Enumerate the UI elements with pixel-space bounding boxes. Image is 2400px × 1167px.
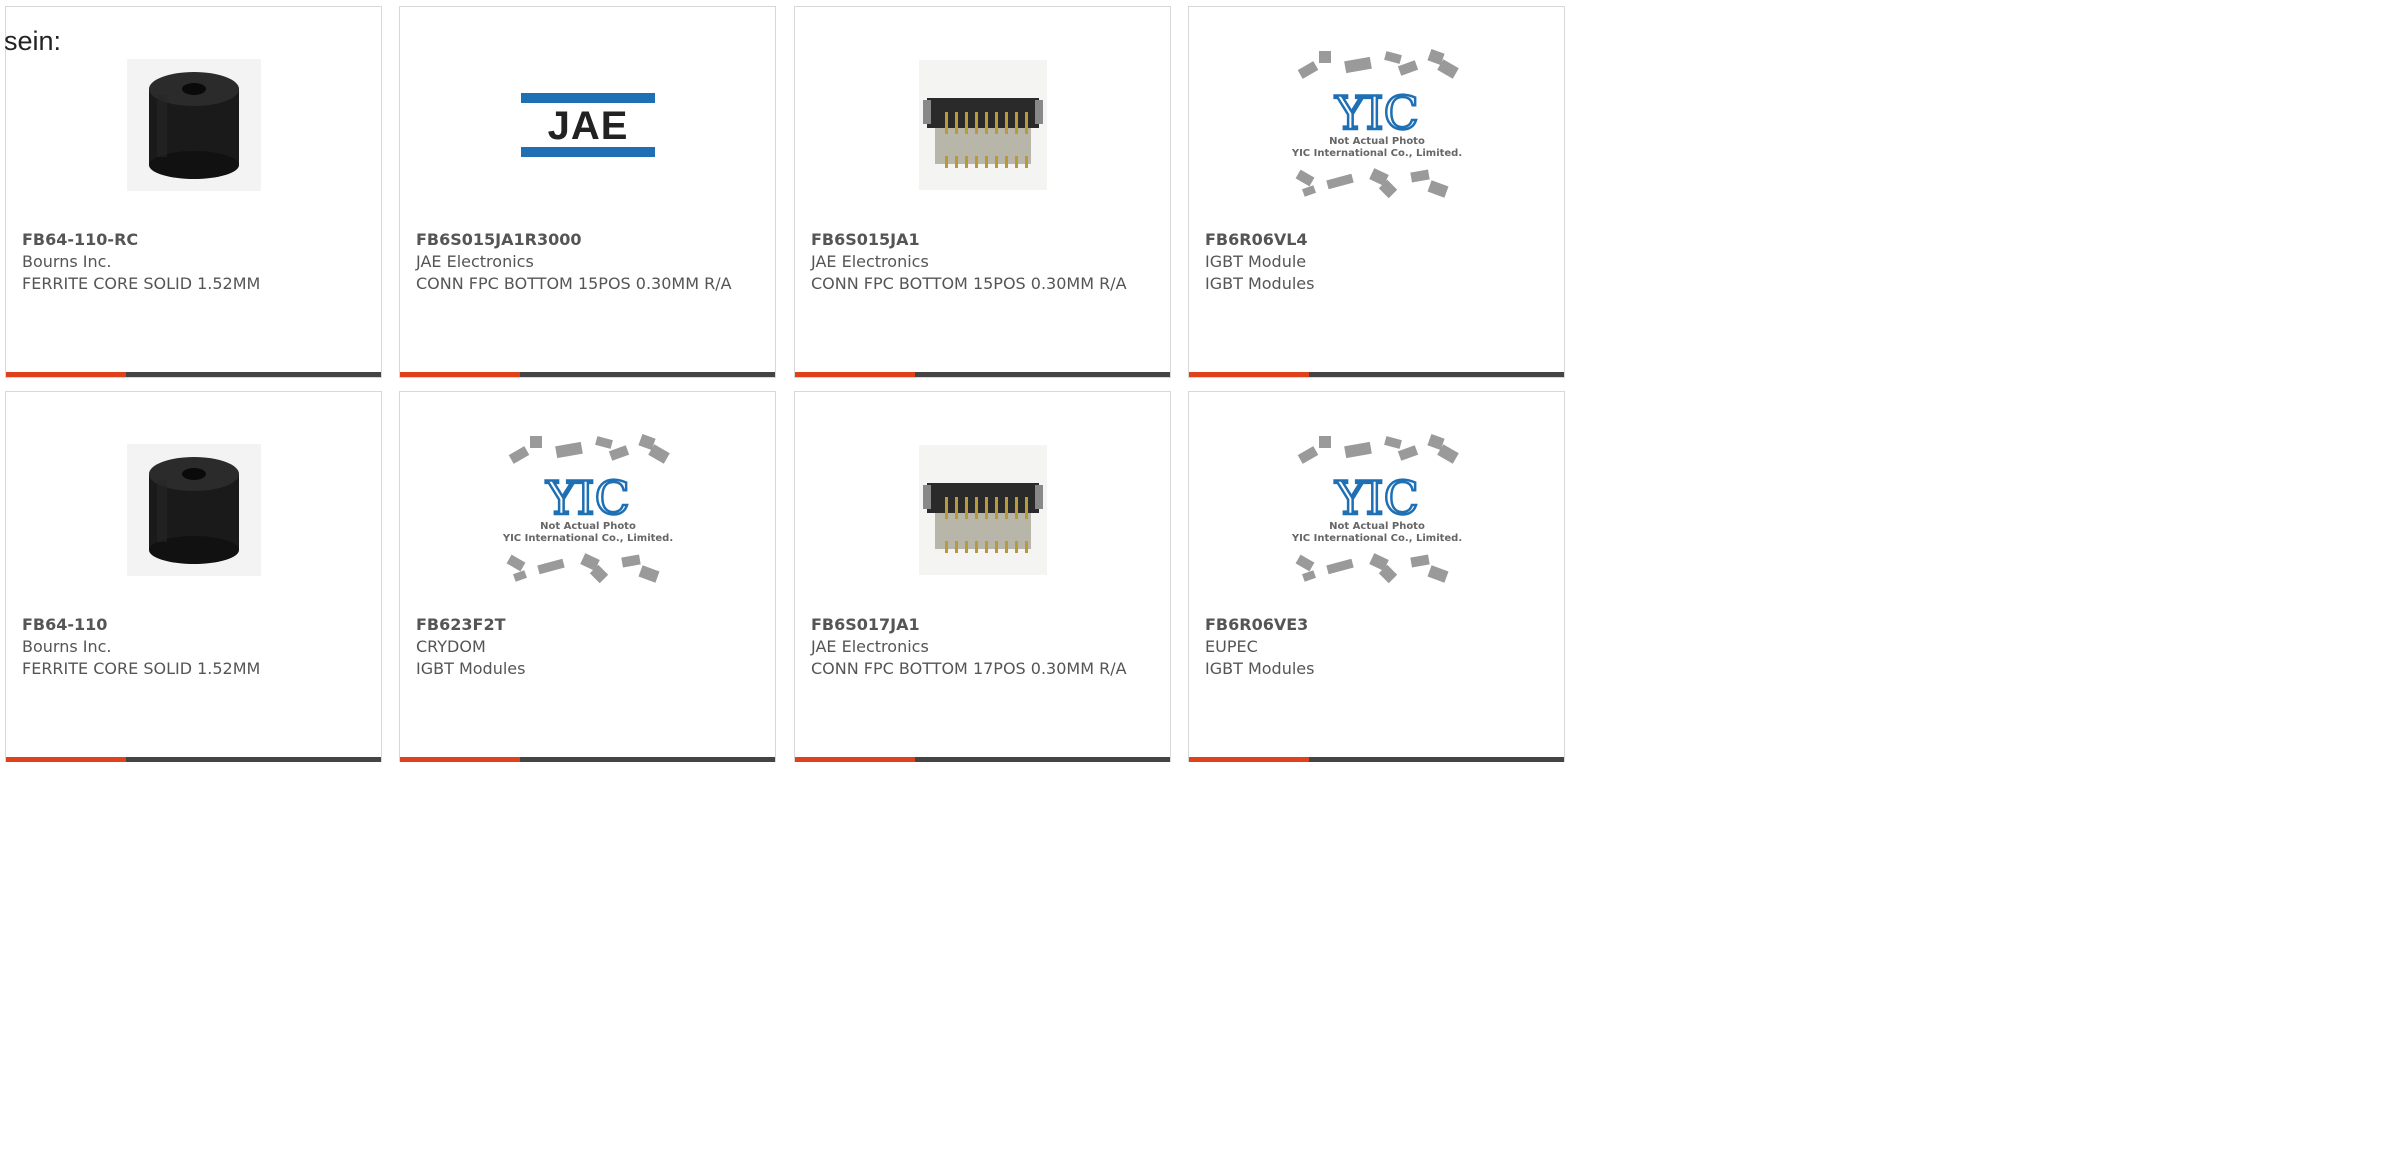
product-manufacturer: Bourns Inc. bbox=[22, 252, 112, 271]
product-info: FB6R06VE3 EUPEC IGBT Modules bbox=[1205, 614, 1556, 680]
svg-text:YIC International Co., Limited: YIC International Co., Limited. bbox=[1290, 533, 1461, 544]
product-part-number[interactable]: FB64-110 bbox=[22, 614, 373, 636]
product-info: FB6S015JA1 JAE Electronics CONN FPC BOTT… bbox=[811, 229, 1162, 295]
card-accent-bar bbox=[6, 757, 126, 762]
card-bottom-bar bbox=[6, 757, 381, 762]
product-thumbnail[interactable] bbox=[795, 436, 1170, 584]
product-card[interactable]: YIC Not Actual Photo YIC International C… bbox=[1188, 6, 1565, 378]
card-bottom-bar bbox=[1189, 372, 1564, 377]
product-part-number[interactable]: FB6R06VL4 bbox=[1205, 229, 1556, 251]
svg-text:YIC International Co., Limited: YIC International Co., Limited. bbox=[501, 533, 672, 544]
svg-text:YIC International Co., Limited: YIC International Co., Limited. bbox=[1290, 148, 1461, 159]
product-description: CONN FPC BOTTOM 15POS 0.30MM R/A bbox=[811, 274, 1127, 293]
card-bottom-bar bbox=[400, 372, 775, 377]
product-card[interactable]: FB64-110 Bourns Inc. FERRITE CORE SOLID … bbox=[5, 391, 382, 762]
yic-placeholder-image: YIC Not Actual Photo YIC International C… bbox=[1290, 48, 1462, 199]
yic-logo-text: YIC bbox=[1334, 471, 1419, 525]
product-thumbnail[interactable]: YIC Not Actual Photo YIC International C… bbox=[400, 433, 775, 584]
product-description: CONN FPC BOTTOM 17POS 0.30MM R/A bbox=[811, 659, 1127, 678]
product-description: IGBT Modules bbox=[416, 659, 526, 678]
card-bottom-bar bbox=[6, 372, 381, 377]
product-part-number[interactable]: FB6S015JA1R3000 bbox=[416, 229, 767, 251]
product-description: FERRITE CORE SOLID 1.52MM bbox=[22, 274, 261, 293]
product-info: FB6R06VL4 IGBT Module IGBT Modules bbox=[1205, 229, 1556, 295]
product-description: IGBT Modules bbox=[1205, 274, 1315, 293]
product-info: FB64-110 Bourns Inc. FERRITE CORE SOLID … bbox=[22, 614, 373, 680]
card-accent-bar bbox=[1189, 757, 1309, 762]
card-accent-bar bbox=[795, 372, 915, 377]
product-card[interactable]: JAE FB6S015JA1R3000 JAE Electronics CONN… bbox=[399, 6, 776, 378]
product-info: FB6S015JA1R3000 JAE Electronics CONN FPC… bbox=[416, 229, 767, 295]
product-card[interactable]: YIC Not Actual Photo YIC International C… bbox=[399, 391, 776, 762]
product-part-number[interactable]: FB623F2T bbox=[416, 614, 767, 636]
product-thumbnail[interactable]: JAE bbox=[400, 51, 775, 199]
product-grid-page: sein: FB64-110-RC Bourns Inc. FERRITE CO… bbox=[0, 0, 1568, 762]
product-description: CONN FPC BOTTOM 15POS 0.30MM R/A bbox=[416, 274, 732, 293]
product-part-number[interactable]: FB64-110-RC bbox=[22, 229, 373, 251]
card-accent-bar bbox=[6, 372, 126, 377]
product-card[interactable]: YIC Not Actual Photo YIC International C… bbox=[1188, 391, 1565, 762]
product-manufacturer: JAE Electronics bbox=[811, 637, 929, 656]
product-thumbnail[interactable] bbox=[6, 436, 381, 584]
product-manufacturer: JAE Electronics bbox=[811, 252, 929, 271]
yic-placeholder-image: YIC Not Actual Photo YIC International C… bbox=[1290, 433, 1462, 584]
card-accent-bar bbox=[400, 372, 520, 377]
product-thumbnail[interactable] bbox=[795, 51, 1170, 199]
product-manufacturer: Bourns Inc. bbox=[22, 637, 112, 656]
product-part-number[interactable]: FB6S017JA1 bbox=[811, 614, 1162, 636]
product-manufacturer: EUPEC bbox=[1205, 637, 1258, 656]
fpc-connector-image bbox=[918, 60, 1047, 190]
svg-text:Not Actual Photo: Not Actual Photo bbox=[1329, 136, 1425, 147]
product-thumbnail[interactable]: YIC Not Actual Photo YIC International C… bbox=[1189, 48, 1564, 199]
card-bottom-bar bbox=[795, 757, 1170, 762]
card-accent-bar bbox=[1189, 372, 1309, 377]
jae-logo-image: JAE bbox=[520, 93, 655, 157]
product-card[interactable]: FB6S017JA1 JAE Electronics CONN FPC BOTT… bbox=[794, 391, 1171, 762]
product-description: IGBT Modules bbox=[1205, 659, 1315, 678]
product-part-number[interactable]: FB6R06VE3 bbox=[1205, 614, 1556, 636]
product-info: FB6S017JA1 JAE Electronics CONN FPC BOTT… bbox=[811, 614, 1162, 680]
product-description: FERRITE CORE SOLID 1.52MM bbox=[22, 659, 261, 678]
product-manufacturer: JAE Electronics bbox=[416, 252, 534, 271]
ferrite-core-image bbox=[126, 444, 261, 576]
product-info: FB64-110-RC Bourns Inc. FERRITE CORE SOL… bbox=[22, 229, 373, 295]
card-bottom-bar bbox=[400, 757, 775, 762]
svg-text:Not Actual Photo: Not Actual Photo bbox=[1329, 521, 1425, 532]
product-info: FB623F2T CRYDOM IGBT Modules bbox=[416, 614, 767, 680]
card-accent-bar bbox=[795, 757, 915, 762]
svg-text:JAE: JAE bbox=[547, 104, 628, 148]
fpc-connector-image bbox=[918, 445, 1047, 575]
product-manufacturer: CRYDOM bbox=[416, 637, 486, 656]
product-card[interactable]: FB6S015JA1 JAE Electronics CONN FPC BOTT… bbox=[794, 6, 1171, 378]
product-thumbnail[interactable]: YIC Not Actual Photo YIC International C… bbox=[1189, 433, 1564, 584]
product-thumbnail[interactable] bbox=[6, 51, 381, 199]
card-bottom-bar bbox=[795, 372, 1170, 377]
product-card[interactable]: FB64-110-RC Bourns Inc. FERRITE CORE SOL… bbox=[5, 6, 382, 378]
card-bottom-bar bbox=[1189, 757, 1564, 762]
yic-placeholder-image: YIC Not Actual Photo YIC International C… bbox=[501, 433, 673, 584]
stray-text: sein: bbox=[4, 26, 62, 56]
product-manufacturer: IGBT Module bbox=[1205, 252, 1307, 271]
yic-logo-text: YIC bbox=[1334, 86, 1419, 140]
svg-text:Not Actual Photo: Not Actual Photo bbox=[540, 521, 636, 532]
ferrite-core-image bbox=[126, 59, 261, 191]
product-part-number[interactable]: FB6S015JA1 bbox=[811, 229, 1162, 251]
yic-logo-text: YIC bbox=[545, 471, 630, 525]
card-accent-bar bbox=[400, 757, 520, 762]
